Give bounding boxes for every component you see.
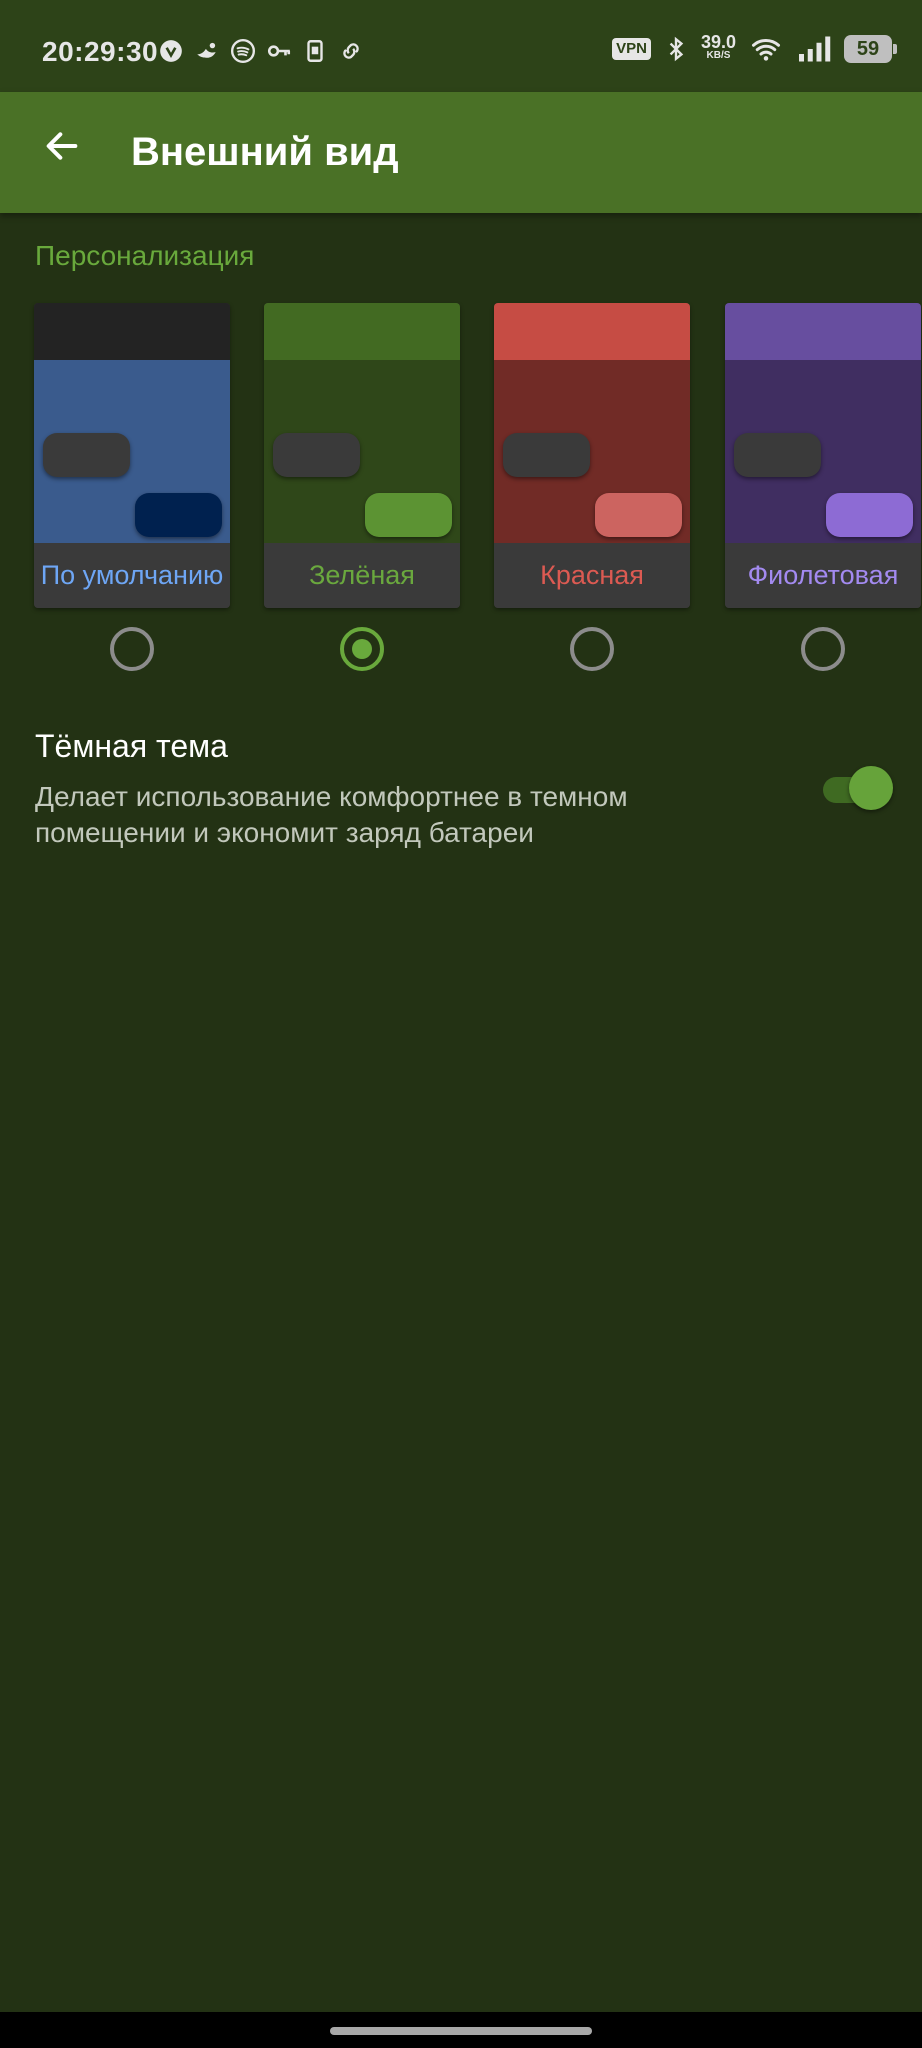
theme-preview-accent-chip bbox=[135, 493, 222, 537]
theme-radio[interactable] bbox=[570, 627, 614, 671]
theme-preview-toolbar bbox=[725, 303, 921, 360]
app-toolbar: Внешний вид bbox=[0, 92, 922, 213]
signal-icon bbox=[799, 36, 831, 62]
theme-label: Фиолетовая bbox=[725, 543, 921, 608]
dark-theme-setting[interactable]: Тёмная тема Делает использование комфорт… bbox=[35, 728, 895, 848]
speed-unit: KB/S bbox=[706, 50, 731, 61]
theme-preview-card[interactable]: По умолчанию bbox=[34, 303, 230, 608]
theme-preview-toolbar bbox=[264, 303, 460, 360]
speed-value: 39.0 bbox=[700, 32, 736, 52]
theme-option-purple[interactable]: Фиолетовая bbox=[725, 303, 921, 671]
theme-radio[interactable] bbox=[801, 627, 845, 671]
dark-theme-title: Тёмная тема bbox=[35, 728, 228, 764]
theme-preview-card[interactable]: Фиолетовая bbox=[725, 303, 921, 608]
gesture-handle[interactable] bbox=[330, 2027, 592, 2035]
bluetooth-icon bbox=[669, 36, 684, 62]
sim-icon bbox=[307, 40, 323, 62]
bird-icon bbox=[197, 42, 216, 58]
back-button[interactable] bbox=[34, 118, 90, 174]
status-time: 20:29:30 bbox=[42, 36, 159, 67]
theme-preview-toolbar bbox=[34, 303, 230, 360]
page-title: Внешний вид bbox=[131, 130, 399, 174]
battery-icon: 59 bbox=[844, 35, 897, 63]
theme-preview-accent-chip bbox=[595, 493, 682, 537]
dark-theme-toggle[interactable] bbox=[823, 766, 895, 810]
section-header-personalization: Персонализация bbox=[35, 240, 255, 271]
arrow-back-icon bbox=[46, 132, 78, 160]
theme-picker: По умолчанию Зелёная Красная Фиолетовая bbox=[0, 303, 922, 683]
theme-preview-toolbar bbox=[494, 303, 690, 360]
theme-label: Зелёная bbox=[264, 543, 460, 608]
theme-label: Красная bbox=[494, 543, 690, 608]
theme-preview-chip bbox=[43, 433, 130, 477]
theme-preview-chip bbox=[503, 433, 590, 477]
theme-preview-chip bbox=[734, 433, 821, 477]
theme-preview-card[interactable]: Красная bbox=[494, 303, 690, 608]
spotify-icon bbox=[230, 38, 256, 64]
theme-preview-card[interactable]: Зелёная bbox=[264, 303, 460, 608]
vpn-shield-icon bbox=[160, 40, 182, 62]
network-speed: 39.0 KB/S bbox=[700, 32, 736, 63]
theme-radio[interactable] bbox=[340, 627, 384, 671]
vpn-badge: VPN bbox=[612, 38, 651, 60]
theme-option-default[interactable]: По умолчанию bbox=[34, 303, 230, 671]
theme-preview-accent-chip bbox=[365, 493, 452, 537]
theme-label: По умолчанию bbox=[34, 543, 230, 608]
notification-icons bbox=[158, 38, 364, 64]
toggle-thumb bbox=[849, 766, 893, 810]
system-nav-bar bbox=[0, 2012, 922, 2048]
link-icon bbox=[343, 43, 359, 59]
wifi-icon bbox=[752, 38, 780, 61]
theme-option-red[interactable]: Красная bbox=[494, 303, 690, 671]
theme-preview-accent-chip bbox=[826, 493, 913, 537]
status-bar: 20:29:30 VPN 39.0 KB/S 59 bbox=[0, 0, 922, 92]
status-indicators: VPN 39.0 KB/S 59 bbox=[612, 32, 897, 64]
theme-radio[interactable] bbox=[110, 627, 154, 671]
dark-theme-description: Делает использование комфортнее в темном… bbox=[35, 781, 628, 848]
theme-option-green[interactable]: Зелёная bbox=[264, 303, 460, 671]
theme-preview-chip bbox=[273, 433, 360, 477]
key-icon bbox=[267, 45, 291, 57]
